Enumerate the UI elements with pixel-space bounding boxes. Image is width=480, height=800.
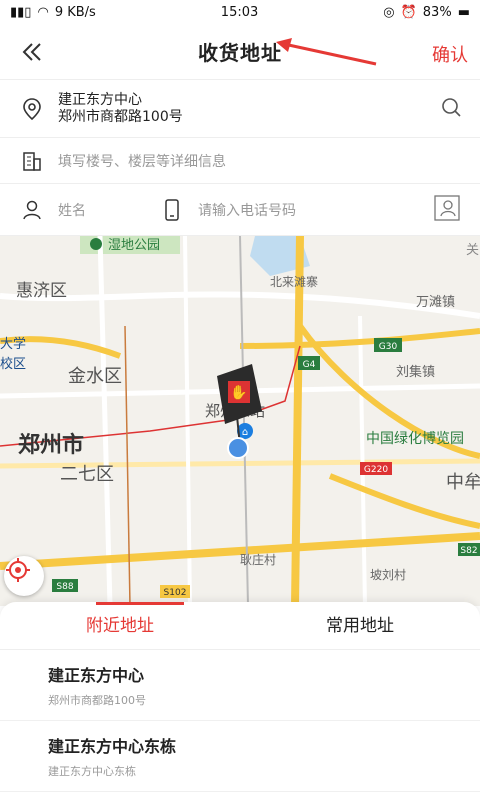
signal-icon: ▮▮▯ <box>10 4 32 20</box>
person-icon <box>18 199 46 221</box>
list-item-name: 建正东方中心 <box>48 666 145 685</box>
address-panel: 附近地址 常用地址 建正东方中心 郑州市商都路100号 建正东方中心东栋 建正东… <box>0 602 480 800</box>
back-icon[interactable] <box>18 38 46 66</box>
map-label-top-right: 关 <box>466 243 479 258</box>
map-label-erqi: 二七区 <box>60 464 114 485</box>
map-view[interactable]: G4 G30 G220 S88 S102 S82 湿地公园 惠济区 北来滩寨 万… <box>0 236 480 606</box>
wifi-icon: ◠ <box>37 4 49 20</box>
annotation-arrow <box>276 38 377 66</box>
detail-address-row[interactable]: 填写楼号、楼层等详细信息 <box>0 138 480 184</box>
svg-text:G4: G4 <box>303 360 316 370</box>
list-item-address: 郑州市商都路100号 <box>48 694 146 707</box>
battery-percent: 83% <box>422 4 452 20</box>
road-shield-s82: S82 <box>458 543 480 556</box>
address-row[interactable]: 建正东方中心 郑州市商都路100号 <box>0 80 480 138</box>
locate-me-button[interactable] <box>4 556 44 596</box>
map-label-jinshui: 金水区 <box>68 366 122 387</box>
page-header: 收货地址 确认 <box>0 24 480 80</box>
search-icon[interactable] <box>440 96 462 122</box>
address-tabs: 附近地址 常用地址 <box>0 602 480 650</box>
tab-indicator <box>96 602 184 605</box>
building-icon <box>18 150 46 172</box>
list-item[interactable]: 建正东方中心 郑州市商都路100号 <box>0 650 480 721</box>
svg-text:✋: ✋ <box>230 384 247 401</box>
map-label-green-expo: 中国绿化博览园 <box>366 430 464 447</box>
svg-text:⌂: ⌂ <box>242 427 248 438</box>
map-label-zhengzhou: 郑州市 <box>18 432 84 458</box>
map-label-university: 大学 <box>0 336 26 352</box>
alarm-icon: ⏰ <box>400 4 417 20</box>
location-status-icon: ◎ <box>383 4 395 20</box>
contact-row: 姓名 请输入电话号码 <box>0 184 480 236</box>
road-shield-s102: S102 <box>160 585 190 598</box>
map-label-wanshengzhen: 万滩镇 <box>416 295 455 310</box>
list-item-address: 建正东方中心东栋 <box>48 765 136 778</box>
svg-text:S102: S102 <box>164 588 187 598</box>
detail-address-input[interactable]: 填写楼号、楼层等详细信息 <box>58 151 226 171</box>
road-shield-g30: G30 <box>374 338 402 352</box>
tab-nearby[interactable]: 附近地址 <box>0 602 240 649</box>
current-location-icon <box>227 437 249 459</box>
address-line1: 建正东方中心 <box>58 91 142 108</box>
status-bar: ▮▮▯ ◠ 9 KB/s 15:03 ◎ ⏰ 83% ▬ <box>0 0 480 24</box>
map-label-beilaiyingzhai: 北来滩寨 <box>270 274 318 289</box>
address-line2: 郑州市商都路100号 <box>58 108 183 125</box>
svg-text:G30: G30 <box>379 342 398 352</box>
list-item-name: 建正东方中心东栋 <box>48 737 177 756</box>
confirm-button[interactable]: 确认 <box>432 41 468 67</box>
selected-address: 建正东方中心 郑州市商都路100号 <box>58 92 440 126</box>
contacts-icon[interactable] <box>432 194 462 226</box>
phone-input[interactable]: 请输入电话号码 <box>198 200 432 220</box>
svg-text:S88: S88 <box>56 582 73 592</box>
location-pin-icon <box>18 97 46 121</box>
battery-icon: ▬ <box>457 4 470 20</box>
map-label-wetland-park: 湿地公园 <box>108 238 160 253</box>
list-item[interactable]: 建正东方中心东栋 建正东方中心东栋 <box>0 721 480 792</box>
phone-icon <box>158 198 186 221</box>
page-title: 收货地址 <box>198 41 282 65</box>
map-label-gengzhuang: 耿庄村 <box>240 552 276 567</box>
network-speed: 9 KB/s <box>54 4 96 20</box>
road-shield-g220: G220 <box>360 462 392 475</box>
tab-frequent[interactable]: 常用地址 <box>240 602 480 649</box>
crosshair-icon <box>6 558 30 582</box>
road-shield-s88: S88 <box>52 579 78 592</box>
map-label-huiji: 惠济区 <box>16 281 67 301</box>
map-label-boliu: 坡刘村 <box>370 568 406 582</box>
svg-text:G220: G220 <box>364 465 388 475</box>
road-shield-g4: G4 <box>298 356 320 370</box>
map-label-liujizhen: 刘集镇 <box>396 364 435 380</box>
clock: 15:03 <box>220 4 259 20</box>
svg-text:S82: S82 <box>460 546 477 556</box>
name-input[interactable]: 姓名 <box>58 200 158 220</box>
map-label-campus: 校区 <box>0 356 26 372</box>
map-label-zhongmou: 中牟 <box>446 472 480 493</box>
